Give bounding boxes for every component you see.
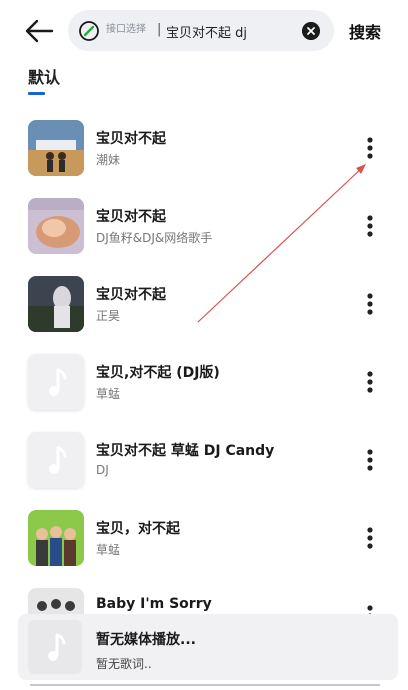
player-lyric: 暂无歌词..	[96, 657, 152, 671]
more-options-icon[interactable]	[360, 135, 380, 161]
song-row[interactable]: 宝贝,对不起 (DJ版) 草蜢	[0, 342, 408, 420]
song-title: 宝贝对不起	[96, 131, 166, 147]
album-art-group	[28, 510, 84, 566]
music-note-icon	[49, 446, 67, 474]
song-row[interactable]: 宝贝对不起 正昊	[0, 264, 408, 342]
more-options-icon[interactable]	[360, 447, 380, 473]
clear-icon[interactable]	[302, 22, 320, 40]
mini-player[interactable]: 暂无媒体播放... 暂无歌词..	[18, 614, 398, 680]
more-options-icon[interactable]	[360, 525, 380, 551]
song-artist: 草蜢	[96, 387, 121, 401]
search-input[interactable]	[166, 20, 296, 42]
tab-default[interactable]: 默认	[28, 64, 60, 88]
song-artist: 正昊	[96, 309, 121, 323]
song-title: 宝贝，对不起	[96, 521, 180, 537]
search-separator: |	[157, 22, 162, 37]
song-artist: DJ	[96, 463, 109, 477]
playback-progress	[30, 684, 380, 686]
album-art-blur	[28, 198, 84, 254]
song-row[interactable]: 宝贝对不起 潮妹	[0, 108, 408, 186]
song-title: Baby I'm Sorry	[96, 596, 212, 612]
interface-select-label[interactable]: 接口选择	[106, 23, 146, 37]
top-bar: 接口选择 | 搜索	[0, 0, 408, 62]
song-row[interactable]: 宝贝对不起 草蜢 DJ Candy DJ	[0, 420, 408, 498]
music-note-icon	[49, 368, 67, 396]
song-row[interactable]: 宝贝对不起 DJ鱼籽&DJ&网络歌手	[0, 186, 408, 264]
song-title: 宝贝对不起	[96, 209, 166, 225]
song-artist: 草蜢	[96, 543, 121, 557]
player-title: 暂无媒体播放...	[96, 632, 196, 648]
search-box[interactable]: 接口选择 |	[68, 10, 334, 51]
album-art-couple	[28, 120, 84, 176]
more-options-icon[interactable]	[360, 369, 380, 395]
back-arrow-icon[interactable]	[24, 18, 54, 44]
song-row[interactable]: 宝贝，对不起 草蜢	[0, 498, 408, 576]
song-artist: 潮妹	[96, 153, 121, 167]
interface-select-icon[interactable]	[78, 20, 100, 42]
music-note-icon	[48, 633, 66, 661]
more-options-icon[interactable]	[360, 291, 380, 317]
album-art-dark-photo	[28, 276, 84, 332]
more-options-icon[interactable]	[360, 213, 380, 239]
player-cover	[28, 620, 82, 674]
song-artist: DJ鱼籽&DJ&网络歌手	[96, 231, 213, 245]
music-note-placeholder	[28, 432, 84, 488]
song-title: 宝贝对不起	[96, 287, 166, 303]
song-title: 宝贝,对不起 (DJ版)	[96, 365, 220, 381]
tab-active-indicator	[28, 92, 45, 95]
search-button[interactable]: 搜索	[349, 19, 381, 43]
song-title: 宝贝对不起 草蜢 DJ Candy	[96, 443, 275, 459]
music-note-placeholder	[28, 354, 84, 410]
